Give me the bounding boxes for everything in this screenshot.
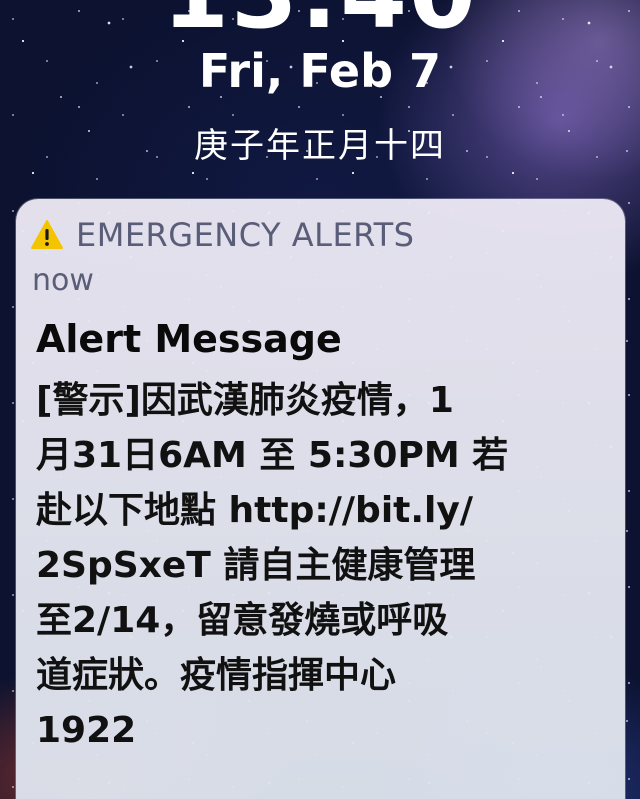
lockscreen-lunar-date: 庚子年正月十四 (194, 126, 446, 166)
lockscreen-date: Fri, Feb 7 (198, 44, 442, 98)
notification-timestamp: now (32, 263, 94, 298)
notification-title: Alert Message (36, 317, 342, 361)
notification-header: EMERGENCY ALERTS (30, 215, 414, 255)
emergency-alert-notification[interactable]: EMERGENCY ALERTS now Alert Message [警示]因… (16, 199, 625, 799)
notification-app-name: EMERGENCY ALERTS (76, 216, 415, 254)
warning-triangle-icon (31, 220, 63, 249)
notification-body: [警示]因武漢肺炎疫情，1 月31日6AM 至 5:30PM 若 赴以下地點 h… (36, 380, 509, 751)
lockscreen-time: 13:40 (0, 0, 640, 50)
